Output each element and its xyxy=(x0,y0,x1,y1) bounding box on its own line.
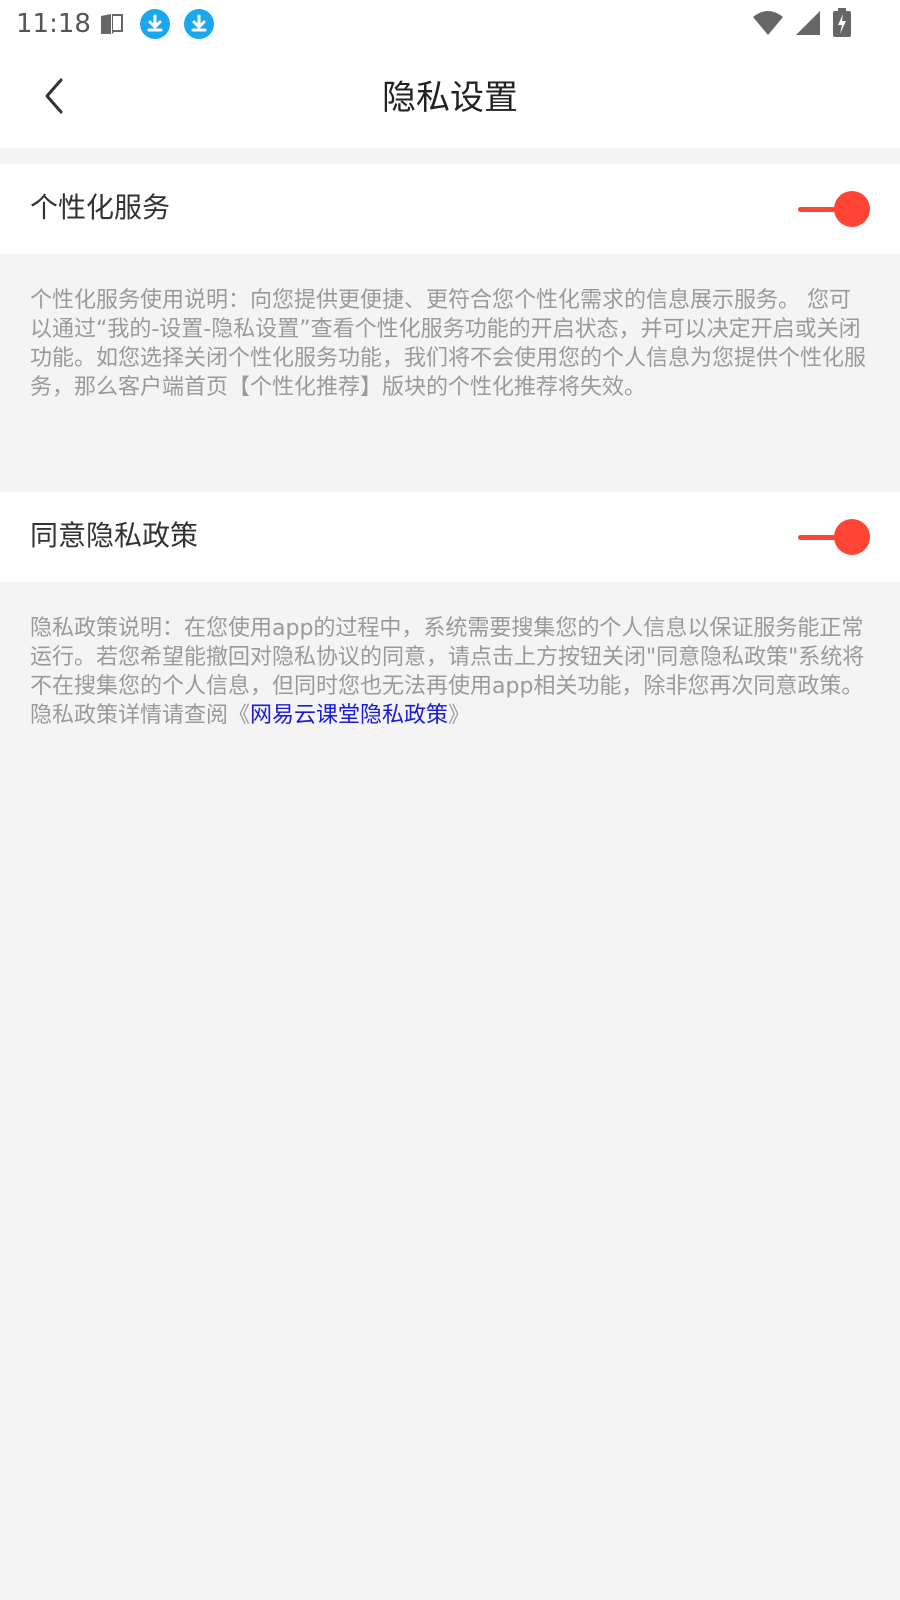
privacy-policy-description: 隐私政策说明：在您使用app的过程中，系统需要搜集您的个人信息以保证服务能正常运… xyxy=(30,614,872,730)
wifi-icon xyxy=(752,9,784,41)
page-title: 隐私设置 xyxy=(382,78,518,118)
download-icon xyxy=(140,9,170,43)
status-bar: 11:18 xyxy=(0,0,900,48)
signal-icon xyxy=(794,9,822,41)
download-icon xyxy=(184,9,214,43)
link-suffix: 》 xyxy=(448,703,471,728)
privacy-policy-toggle[interactable] xyxy=(798,517,870,557)
toggle-knob xyxy=(834,191,870,227)
personalized-service-toggle[interactable] xyxy=(798,189,870,229)
description-text: 个性化服务使用说明：向您提供更便捷、更符合您个性化需求的信息展示服务。 您可以通… xyxy=(30,288,867,400)
status-right-icons xyxy=(752,8,852,42)
app-header: 隐私设置 xyxy=(0,48,900,148)
toggle-knob xyxy=(834,519,870,555)
notification-icon xyxy=(98,10,126,42)
setting-label: 个性化服务 xyxy=(30,191,171,224)
setting-row-personalized-service: 个性化服务 xyxy=(0,164,900,254)
privacy-policy-link[interactable]: 网易云课堂隐私政策 xyxy=(250,703,448,728)
personalized-service-description: 个性化服务使用说明：向您提供更便捷、更符合您个性化需求的信息展示服务。 您可以通… xyxy=(30,286,872,402)
setting-row-privacy-policy: 同意隐私政策 xyxy=(0,492,900,582)
status-left-icons xyxy=(98,9,214,43)
link-prefix: 隐私政策详情请查阅《 xyxy=(30,703,251,728)
setting-label: 同意隐私政策 xyxy=(30,519,199,552)
battery-charging-icon xyxy=(832,8,852,42)
policy-link-line: 隐私政策详情请查阅《网易云课堂隐私政策》 xyxy=(30,701,872,730)
status-time: 11:18 xyxy=(16,9,91,39)
description-text: 隐私政策说明：在您使用app的过程中，系统需要搜集您的个人信息以保证服务能正常运… xyxy=(30,616,865,699)
